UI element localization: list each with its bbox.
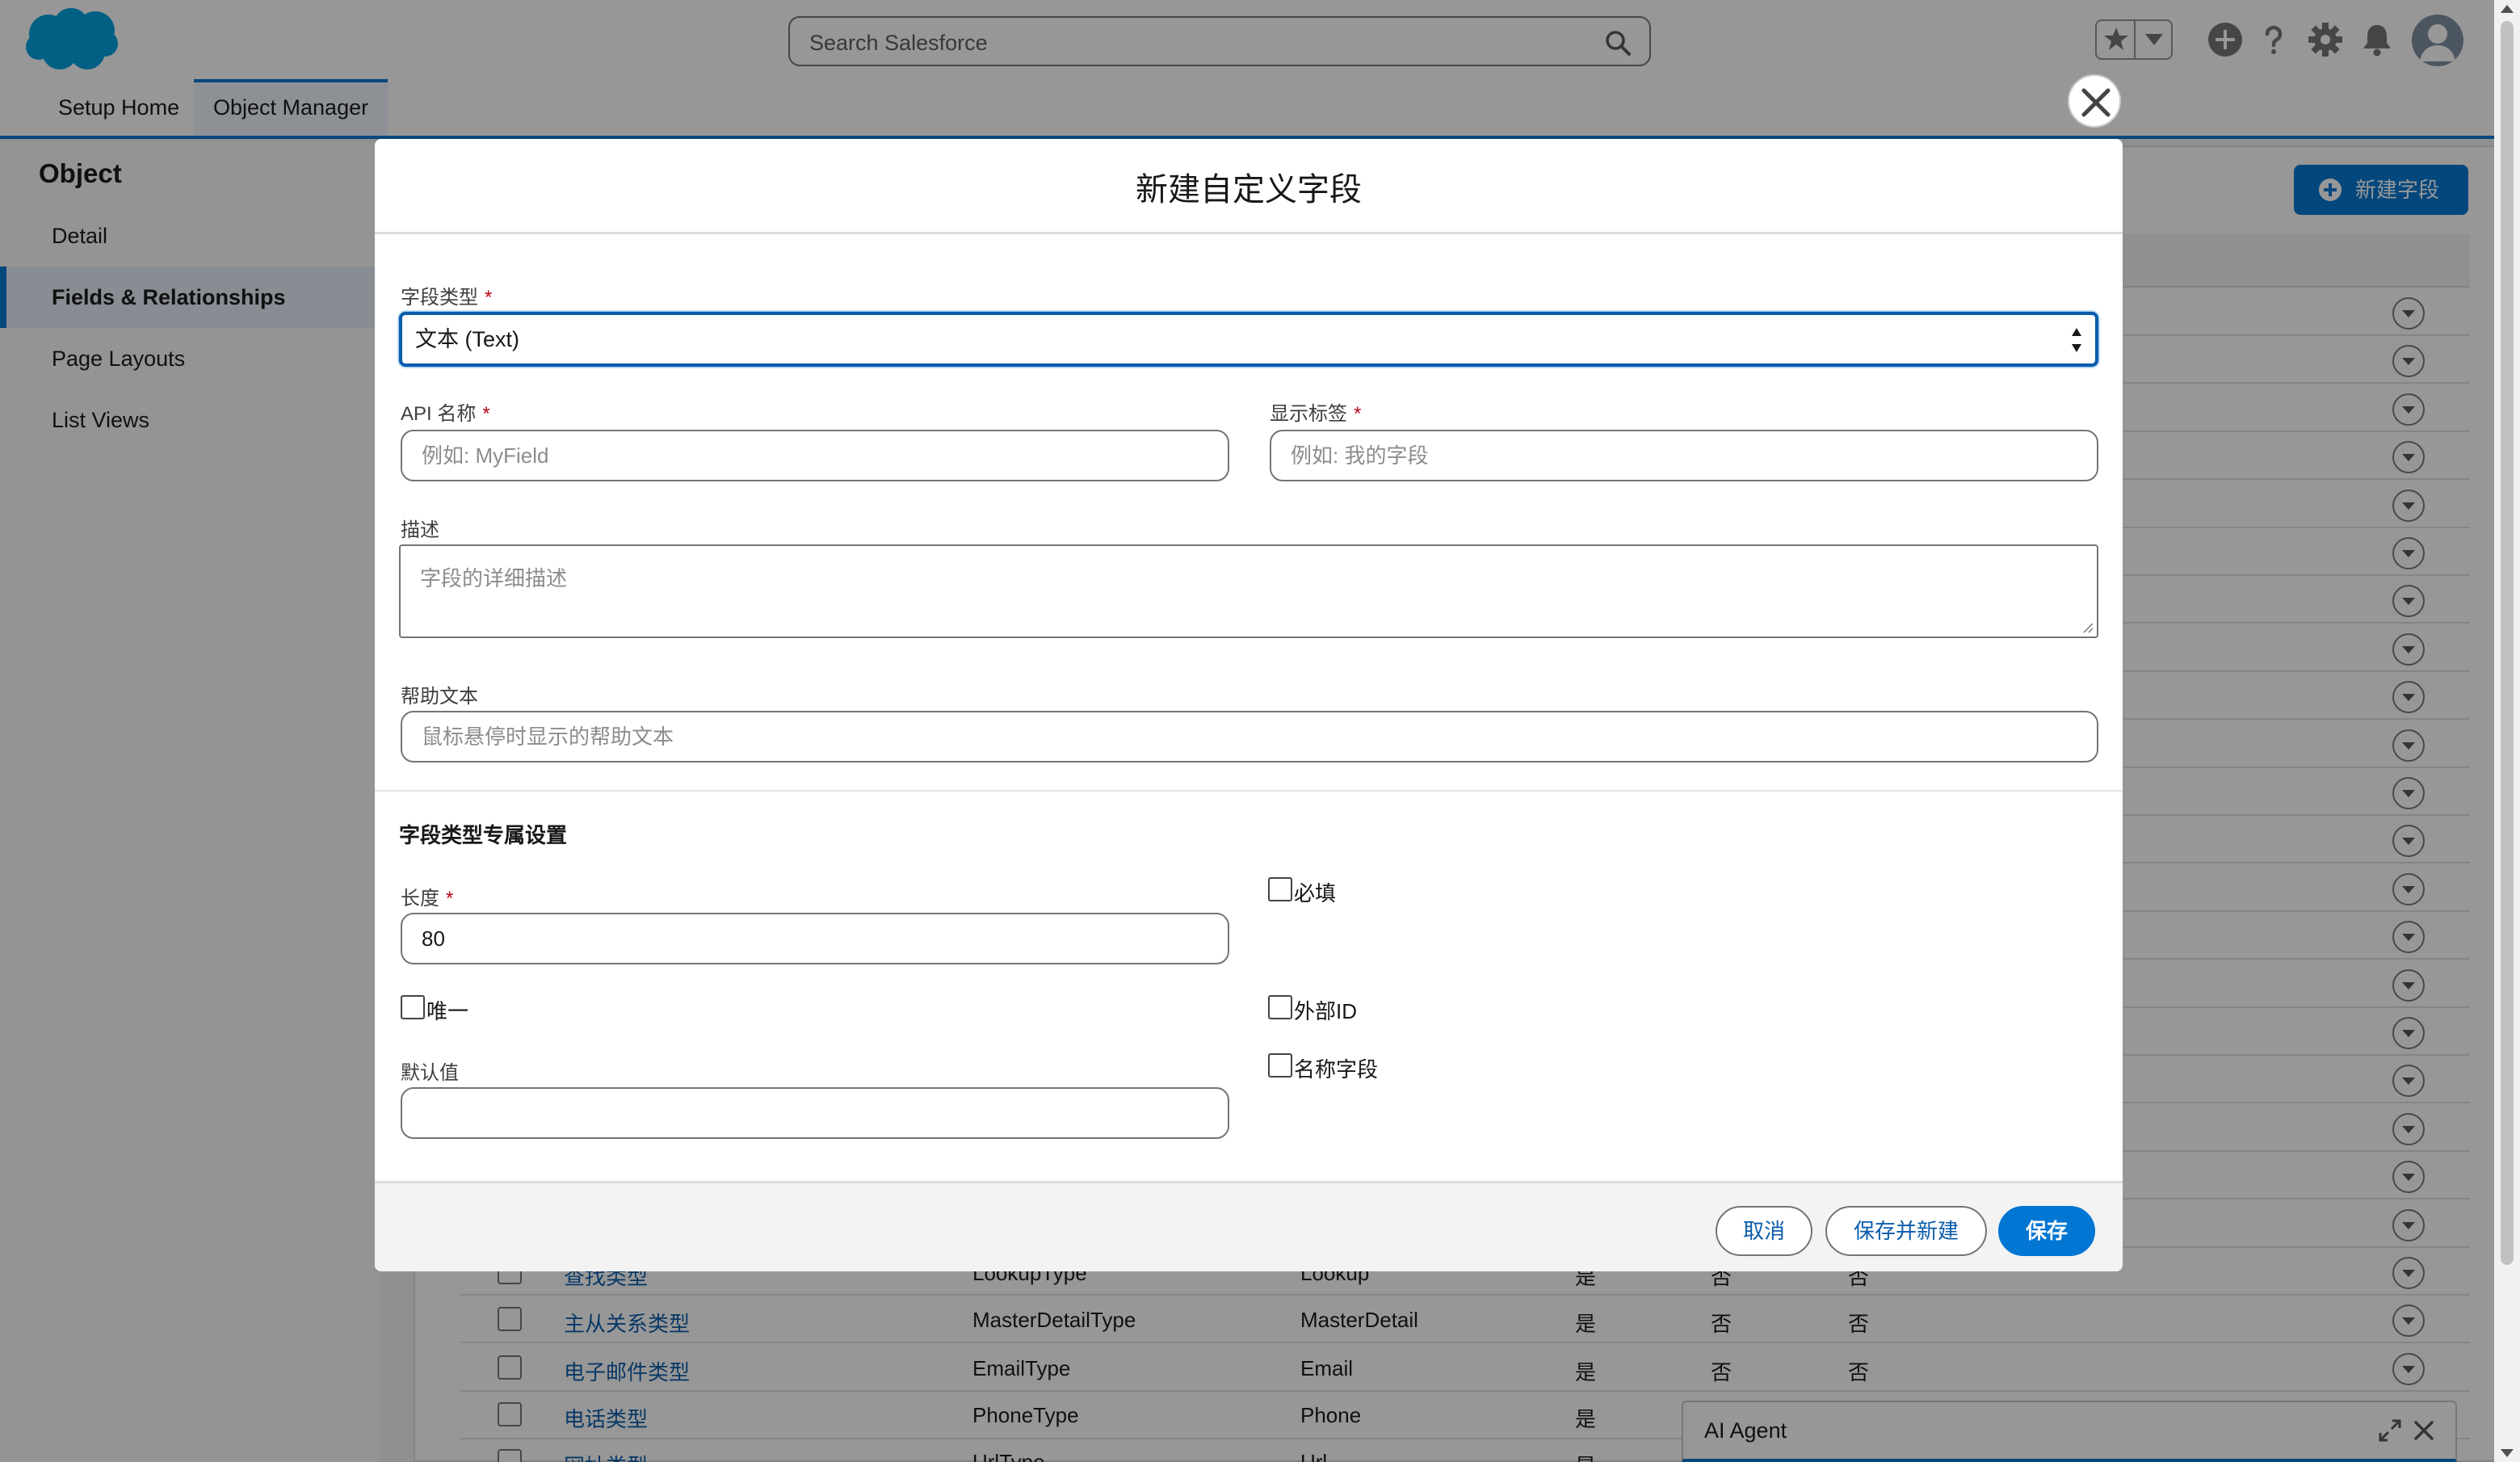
display-label-input[interactable]: 例如: 我的字段 <box>1270 430 2098 481</box>
field-type-label-text: 字段类型 <box>401 287 478 309</box>
api-name-label-text: API 名称 <box>401 403 477 425</box>
display-label-label-text: 显示标签 <box>1270 403 1347 425</box>
save-and-new-button[interactable]: 保存并新建 <box>1825 1206 1987 1256</box>
select-arrows-icon <box>2072 328 2081 352</box>
unique-checkbox-label[interactable]: 唯一 <box>426 995 468 1025</box>
modal-title: 新建自定义字段 <box>1136 172 1362 208</box>
cancel-button[interactable]: 取消 <box>1716 1206 1812 1256</box>
default-value-input[interactable] <box>401 1087 1229 1139</box>
description-placeholder: 字段的详细描述 <box>420 566 568 590</box>
modal-footer: 取消 保存并新建 保存 <box>375 1181 2123 1271</box>
new-custom-field-modal: 新建自定义字段 字段类型 * 文本 (Text) API 名称 * 例如: MyFi… <box>375 139 2123 1271</box>
resize-grip-icon[interactable] <box>2081 620 2094 633</box>
description-textarea[interactable]: 字段的详细描述 <box>399 544 2098 638</box>
help-text-label: 帮助文本 <box>401 686 478 708</box>
required-checkbox[interactable] <box>1268 877 1292 901</box>
section-divider <box>375 790 2123 792</box>
scroll-up-arrow[interactable] <box>2501 5 2514 13</box>
required-asterisk: * <box>446 888 454 910</box>
required-checkbox-label[interactable]: 必填 <box>1294 877 1336 907</box>
external-id-checkbox-label[interactable]: 外部ID <box>1294 995 1357 1025</box>
help-text-input[interactable]: 鼠标悬停时显示的帮助文本 <box>401 711 2098 763</box>
length-label-text: 长度 <box>401 888 439 910</box>
required-asterisk: * <box>485 287 493 309</box>
default-value-label: 默认值 <box>401 1062 459 1084</box>
length-input[interactable]: 80 <box>401 913 1229 964</box>
page-scrollbar[interactable] <box>2494 0 2520 1462</box>
field-type-select[interactable]: 文本 (Text) <box>399 312 2098 367</box>
length-label: 长度 * <box>401 882 453 910</box>
external-id-checkbox[interactable] <box>1268 995 1292 1019</box>
api-name-label: API 名称 * <box>401 397 490 426</box>
display-label-label: 显示标签 * <box>1270 397 1361 426</box>
close-icon <box>2081 88 2110 117</box>
name-field-checkbox[interactable] <box>1268 1053 1292 1078</box>
length-value: 80 <box>422 926 445 951</box>
save-button[interactable]: 保存 <box>1998 1206 2095 1256</box>
field-type-label: 字段类型 * <box>401 281 492 309</box>
display-label-placeholder: 例如: 我的字段 <box>1291 443 1429 468</box>
scroll-down-arrow[interactable] <box>2501 1449 2514 1457</box>
name-field-checkbox-label[interactable]: 名称字段 <box>1294 1053 1378 1083</box>
modal-close-button[interactable] <box>2068 74 2121 128</box>
section-title: 字段类型专属设置 <box>399 823 568 847</box>
description-label: 描述 <box>401 519 439 541</box>
modal-header: 新建自定义字段 <box>375 139 2123 234</box>
unique-checkbox[interactable] <box>401 995 425 1019</box>
field-type-value: 文本 (Text) <box>415 327 520 351</box>
help-text-placeholder: 鼠标悬停时显示的帮助文本 <box>422 725 674 749</box>
api-name-placeholder: 例如: MyField <box>422 443 549 468</box>
required-asterisk: * <box>482 403 490 425</box>
required-asterisk: * <box>1354 403 1362 425</box>
api-name-input[interactable]: 例如: MyField <box>401 430 1229 481</box>
scroll-thumb[interactable] <box>2501 21 2514 1265</box>
